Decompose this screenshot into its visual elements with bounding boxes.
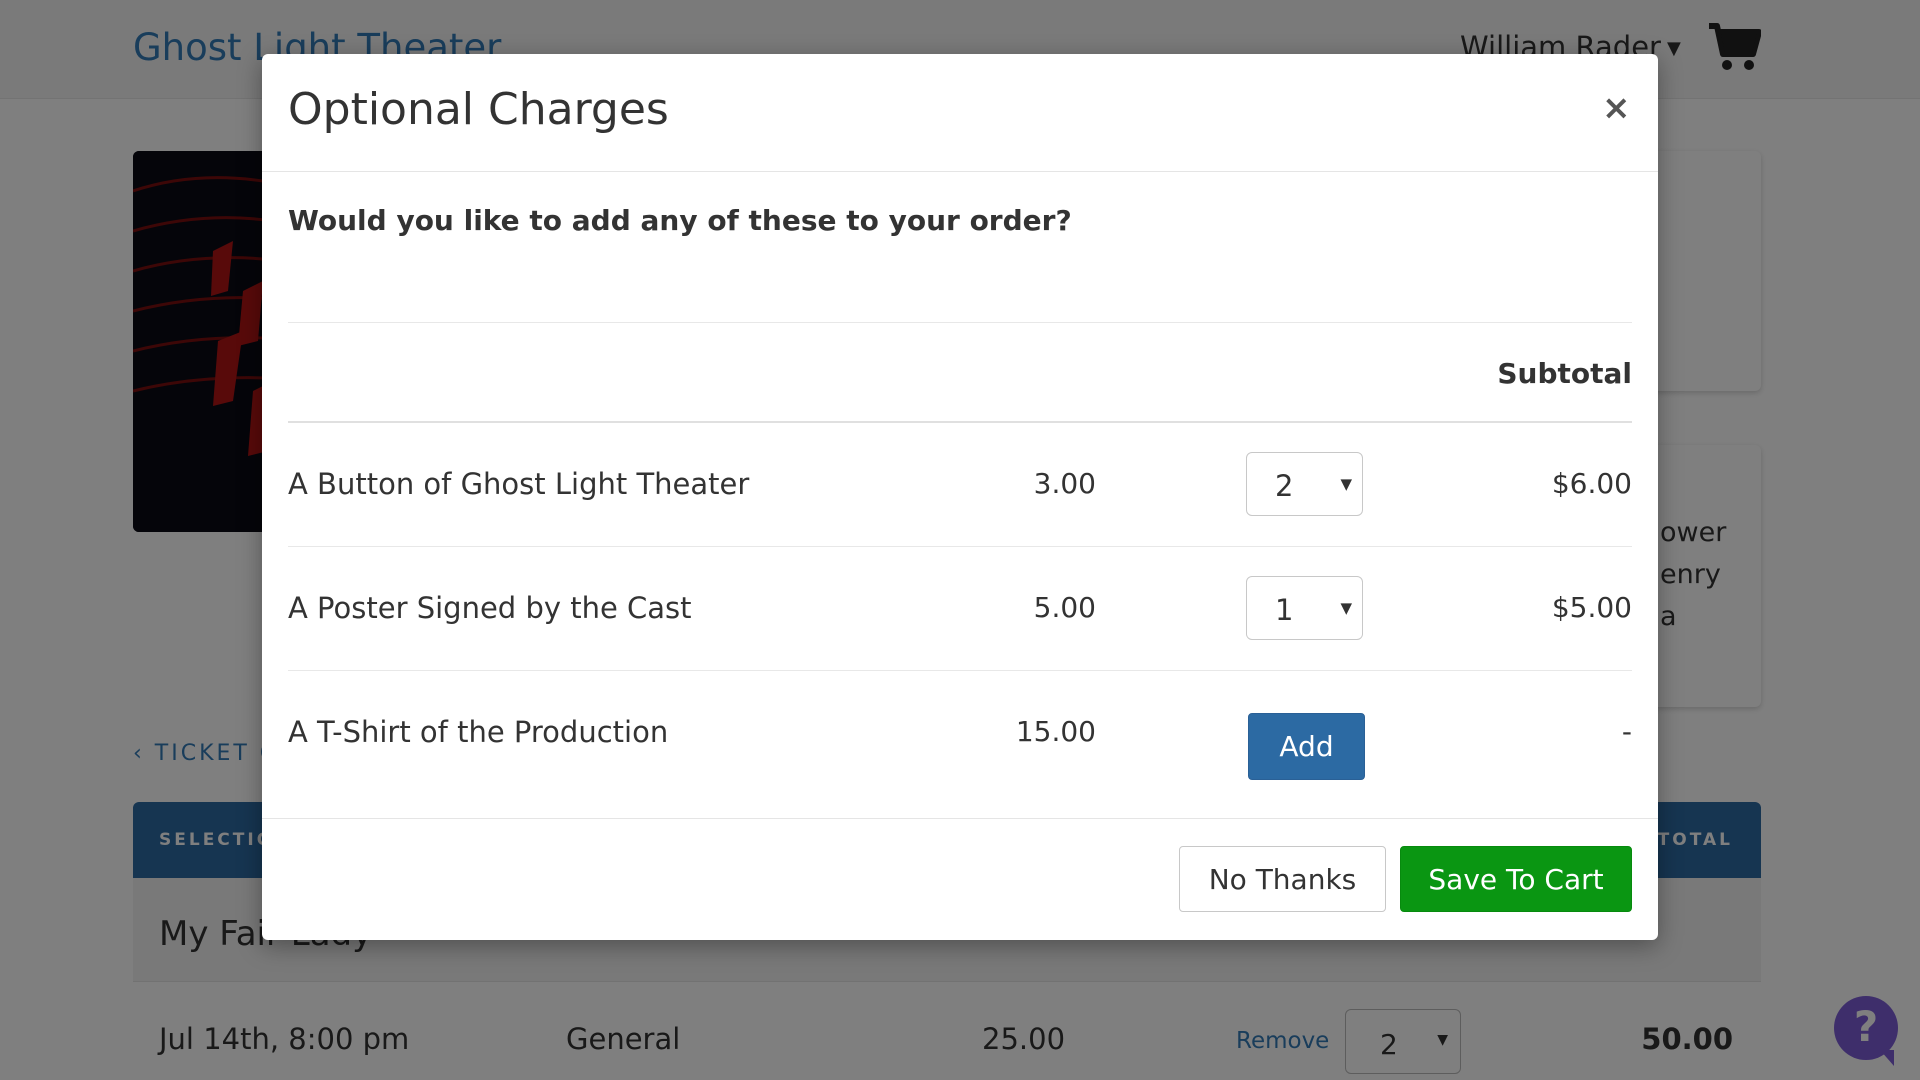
list-item: A Button of Ghost Light Theater 3.00 2 ▼… (288, 423, 1632, 547)
caret-down-icon: ▼ (1340, 599, 1352, 617)
divider (288, 322, 1632, 323)
list-item: A Poster Signed by the Cast 5.00 1 ▼ $5.… (288, 547, 1632, 671)
item-price: 5.00 (1033, 591, 1096, 624)
item-subtotal: $6.00 (1551, 467, 1632, 500)
modal-title: Optional Charges (288, 84, 669, 135)
item-name: A T-Shirt of the Production (288, 715, 669, 749)
modal-footer: No Thanks Save To Cart (262, 818, 1658, 941)
quantity-value: 2 (1275, 469, 1294, 503)
subtotal-column-header: Subtotal (1497, 357, 1632, 390)
item-name: A Poster Signed by the Cast (288, 591, 692, 625)
question-text: Would you like to add any of these to yo… (288, 204, 1072, 237)
optional-charges-modal: Optional Charges × Would you like to add… (262, 54, 1658, 940)
caret-down-icon: ▼ (1340, 475, 1352, 493)
item-price: 3.00 (1033, 467, 1096, 500)
item-price: 15.00 (1015, 715, 1096, 748)
add-item-button[interactable]: Add (1248, 713, 1365, 780)
close-icon[interactable]: × (1602, 88, 1631, 128)
item-subtotal: - (1621, 715, 1632, 748)
quantity-select[interactable]: 1 ▼ (1246, 576, 1363, 640)
modal-header: Optional Charges × (262, 54, 1658, 172)
save-to-cart-button[interactable]: Save To Cart (1400, 846, 1632, 912)
item-name: A Button of Ghost Light Theater (288, 467, 750, 501)
quantity-value: 1 (1275, 593, 1294, 627)
item-subtotal: $5.00 (1551, 591, 1632, 624)
list-item: A T-Shirt of the Production 15.00 Add - (288, 671, 1632, 795)
quantity-select[interactable]: 2 ▼ (1246, 452, 1363, 516)
no-thanks-button[interactable]: No Thanks (1179, 846, 1386, 912)
